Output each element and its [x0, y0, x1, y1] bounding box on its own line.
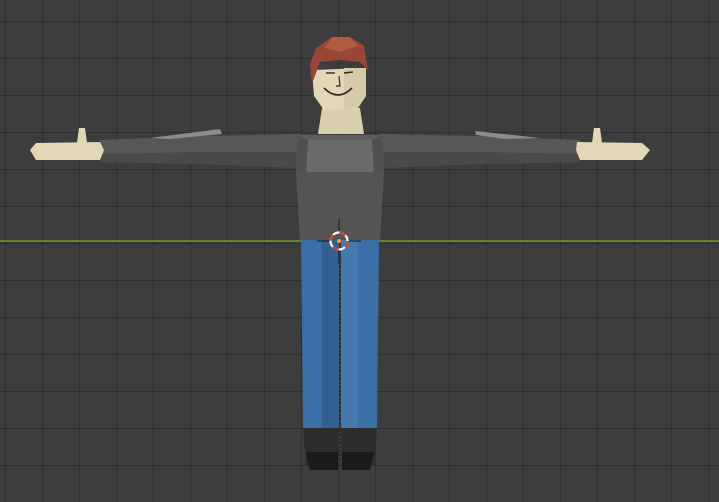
- torso-right-side: [372, 135, 384, 172]
- right-arm-sleeve-shade: [380, 152, 580, 168]
- character-model[interactable]: [30, 37, 650, 470]
- left-hand: [30, 142, 104, 160]
- right-leg-shade: [341, 240, 358, 428]
- head-face-shade: [344, 68, 366, 109]
- torso-lower: [296, 172, 384, 240]
- right-shoe-sole: [342, 452, 374, 470]
- left-leg-shade: [322, 240, 339, 428]
- torso-left-side: [296, 135, 308, 172]
- right-hand: [576, 142, 650, 160]
- torso-chest: [306, 140, 374, 172]
- left-arm-sleeve-shade: [100, 152, 300, 168]
- 3d-viewport[interactable]: [0, 0, 719, 502]
- neck: [318, 108, 364, 134]
- viewport-scene: [0, 37, 719, 470]
- left-thumb: [77, 128, 87, 143]
- right-eye: [343, 71, 354, 74]
- right-thumb: [592, 128, 602, 143]
- left-shoe-sole: [306, 452, 338, 470]
